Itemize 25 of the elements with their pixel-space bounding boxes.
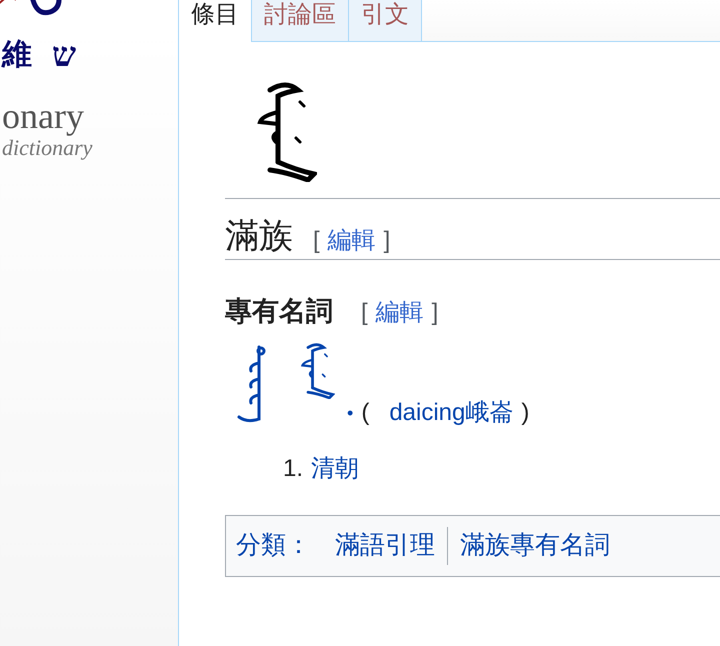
edit-link[interactable]: 編輯: [376, 301, 424, 325]
bracket: ]: [432, 301, 438, 325]
bracket: [: [361, 301, 368, 325]
edit-link[interactable]: 編輯: [328, 229, 376, 253]
romanization-link[interactable]: daicing峨崙: [389, 395, 514, 431]
parenthesis: (: [361, 398, 370, 428]
heading-title: 滿族: [225, 219, 293, 253]
category-label: 分類：: [236, 530, 311, 562]
category-link[interactable]: 滿族專有名詞: [447, 527, 622, 565]
bracket: [: [313, 229, 320, 253]
category-link[interactable]: 滿語引理: [323, 527, 447, 565]
logo-glyph: 維: [2, 40, 32, 70]
definition-number: 1.: [283, 454, 304, 484]
tab[interactable]: 討論區: [252, 0, 349, 41]
logo-tagline: dictionary: [2, 135, 92, 162]
tab[interactable]: 引文: [349, 0, 422, 41]
bracket: ]: [384, 229, 390, 253]
bullet: •: [347, 402, 354, 424]
definition-link[interactable]: 清朝: [311, 451, 360, 487]
section-title: 專有名詞: [225, 298, 333, 325]
logo-name: onary: [2, 98, 85, 134]
manchu-script-drawing: [299, 343, 335, 399]
logo-glyph: ש: [52, 38, 76, 72]
parenthesis: ): [521, 398, 530, 428]
tab[interactable]: 條目: [178, 0, 252, 42]
